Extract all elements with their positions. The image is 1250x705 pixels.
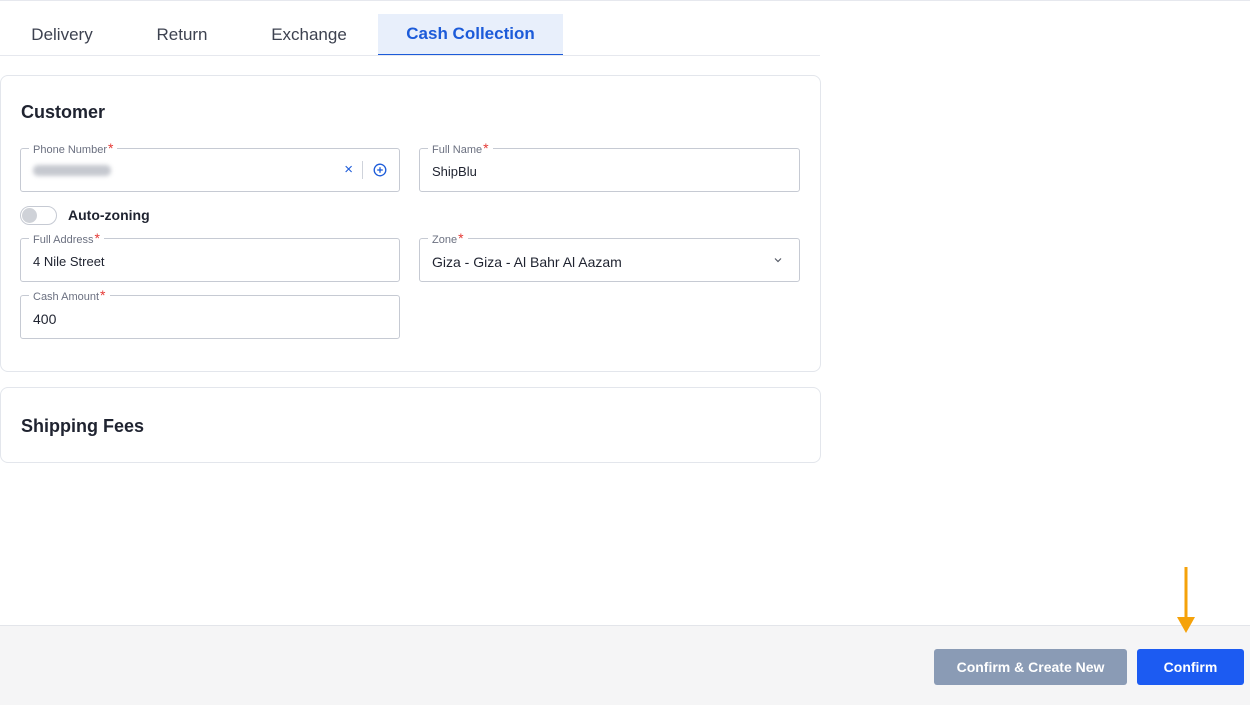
required-mark: *: [100, 287, 106, 303]
clear-icon[interactable]: ×: [344, 162, 353, 178]
tab-label: Return: [156, 24, 208, 44]
auto-zoning-label: Auto-zoning: [68, 207, 150, 223]
confirm-button[interactable]: Confirm: [1137, 649, 1244, 685]
cash-amount-field[interactable]: Cash Amount* 400: [20, 288, 400, 339]
phone-number-label: Phone Number*: [29, 140, 118, 156]
create-order-page: Delivery Return Exchange Cash Collection…: [0, 0, 1250, 705]
confirm-create-new-button[interactable]: Confirm & Create New: [934, 649, 1127, 685]
tab-label: Exchange: [271, 24, 347, 44]
required-mark: *: [94, 230, 100, 246]
tab-cash-collection[interactable]: Cash Collection: [378, 14, 563, 56]
add-circle-icon[interactable]: [373, 163, 387, 177]
top-divider: [0, 0, 1250, 1]
zone-label: Zone*: [428, 230, 468, 246]
full-address-value: 4 Nile Street: [33, 254, 105, 269]
tab-label: Cash Collection: [406, 24, 535, 43]
tab-delivery[interactable]: Delivery: [0, 14, 124, 55]
customer-title: Customer: [21, 102, 106, 122]
zone-value: Giza - Giza - Al Bahr Al Aazam: [432, 254, 622, 270]
shipping-fees-card[interactable]: Shipping Fees: [0, 387, 821, 463]
required-mark: *: [483, 140, 489, 156]
action-footer: Confirm & Create New Confirm: [0, 625, 1250, 705]
required-mark: *: [458, 230, 464, 246]
cash-amount-label: Cash Amount*: [29, 287, 110, 303]
full-address-label: Full Address*: [29, 230, 104, 246]
phone-number-value-redacted: [33, 165, 111, 176]
full-address-field[interactable]: Full Address* 4 Nile Street: [20, 231, 400, 282]
full-name-label: Full Name*: [428, 140, 493, 156]
zone-select[interactable]: Zone* Giza - Giza - Al Bahr Al Aazam: [419, 231, 800, 282]
tab-exchange[interactable]: Exchange: [240, 14, 378, 55]
order-type-tabs: Delivery Return Exchange Cash Collection: [0, 14, 1250, 56]
phone-number-field[interactable]: Phone Number* ×: [20, 141, 400, 192]
full-name-field[interactable]: Full Name* ShipBlu: [419, 141, 800, 192]
chevron-down-icon: [774, 258, 782, 263]
tab-return[interactable]: Return: [124, 14, 240, 55]
tabs-divider: [0, 55, 820, 56]
toggle-knob: [22, 208, 37, 223]
tab-label: Delivery: [31, 24, 93, 44]
pointer-arrow-icon: [1177, 567, 1195, 633]
required-mark: *: [108, 140, 114, 156]
cash-amount-value: 400: [33, 311, 57, 327]
icon-separator: [362, 161, 363, 179]
shipping-fees-title: Shipping Fees: [21, 416, 145, 436]
full-name-value: ShipBlu: [432, 164, 477, 179]
auto-zoning-toggle[interactable]: [20, 206, 57, 225]
